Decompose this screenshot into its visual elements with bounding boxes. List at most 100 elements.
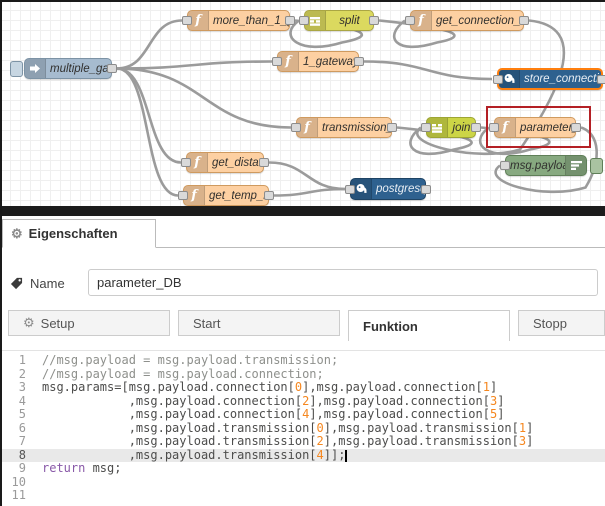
- input-port[interactable]: [291, 123, 301, 132]
- code-line[interactable]: ,msg.payload.connection[4],msg.payload.c…: [42, 408, 605, 422]
- node-label: multiple_gateways: [46, 63, 111, 75]
- input-port[interactable]: [182, 16, 192, 25]
- code-line[interactable]: return msg;: [42, 462, 605, 476]
- node-label: 1_gateway: [299, 56, 358, 68]
- line-number: 11: [0, 489, 36, 503]
- node-multiple_gateways[interactable]: multiple_gateways: [24, 58, 112, 79]
- tab-setup[interactable]: ⚙ Setup: [8, 310, 170, 336]
- output-port[interactable]: [597, 75, 605, 84]
- code-line[interactable]: ,msg.payload.transmission[4]];: [42, 449, 605, 463]
- node-label: get_connection_data_db: [432, 15, 523, 27]
- output-port[interactable]: [421, 185, 431, 194]
- code-line[interactable]: [42, 489, 605, 503]
- line-number: 4: [0, 395, 36, 409]
- name-input[interactable]: [88, 269, 598, 296]
- inject-arrow-icon: [25, 59, 46, 78]
- wire-multiple_gateways-to-get_temp_meas[interactable]: [117, 69, 178, 196]
- panel-divider[interactable]: [0, 206, 605, 216]
- node-get_temp_meas[interactable]: fget_temp_meas: [183, 185, 269, 206]
- code-line[interactable]: ,msg.payload.transmission[2],msg.payload…: [42, 435, 605, 449]
- output-port[interactable]: [354, 57, 364, 66]
- line-number: 8: [0, 449, 36, 463]
- line-number: 2: [0, 368, 36, 382]
- node-label: get_distance: [208, 157, 263, 169]
- node-parameter_DB[interactable]: fparameter_DB: [494, 117, 576, 138]
- name-field-label: Name: [30, 276, 65, 291]
- output-port[interactable]: [369, 16, 379, 25]
- line-number: 9: [0, 462, 36, 476]
- output-port[interactable]: [259, 158, 269, 167]
- input-port[interactable]: [181, 158, 191, 167]
- wire-multiple_gateways-to-more_than_1_gatew[interactable]: [117, 21, 182, 69]
- node-label: more_than_1_gatew: [209, 15, 289, 27]
- tab-label: Setup: [41, 316, 75, 331]
- node-label: postgresql: [372, 183, 425, 195]
- line-number: 7: [0, 435, 36, 449]
- code-editor[interactable]: 1234567891011 //msg.payload = msg.payloa…: [0, 350, 605, 506]
- tab-label: Stopp: [533, 316, 567, 331]
- properties-panel: ⚙ Eigenschaften Name ⚙ Setup Start Funktion…: [0, 216, 605, 506]
- wire-multiple_gateways-to-get_distance[interactable]: [117, 69, 181, 163]
- node-get_distance[interactable]: fget_distance: [186, 152, 264, 173]
- node-label: transmission_data: [318, 122, 391, 134]
- node-label: store_connection_data: [520, 73, 601, 85]
- debug-toggle-button[interactable]: [590, 158, 603, 174]
- node-get_connection_data_db[interactable]: fget_connection_data_db: [410, 10, 524, 31]
- node-postgresql[interactable]: postgresql: [350, 178, 426, 200]
- line-number: 3: [0, 381, 36, 395]
- wire-f_gateway-to-store_connection_data[interactable]: [364, 62, 492, 80]
- output-port[interactable]: [285, 16, 295, 25]
- input-port[interactable]: [178, 191, 188, 200]
- node-more_than_1_gatew[interactable]: fmore_than_1_gatew: [187, 10, 290, 31]
- flow-canvas[interactable]: multiple_gateways fmore_than_1_gatew split…: [0, 0, 605, 206]
- window-top-edge: [0, 0, 605, 2]
- wire-get_temp_meas-to-postgresql[interactable]: [274, 189, 345, 196]
- input-port[interactable]: [500, 161, 510, 170]
- wire-multiple_gateways-to-f_gateway[interactable]: [117, 62, 272, 69]
- code-line[interactable]: ,msg.payload.connection[2],msg.payload.c…: [42, 395, 605, 409]
- tab-stopp[interactable]: Stopp: [518, 310, 605, 336]
- node-split[interactable]: split: [304, 10, 374, 31]
- code-line[interactable]: [42, 476, 605, 490]
- tab-label: Funktion: [363, 319, 418, 334]
- code-line[interactable]: //msg.payload = msg.payload.transmission…: [42, 354, 605, 368]
- input-port[interactable]: [272, 57, 282, 66]
- output-port[interactable]: [107, 64, 117, 73]
- output-port[interactable]: [387, 123, 397, 132]
- tab-funktion[interactable]: Funktion: [348, 310, 510, 341]
- node-f_gateway[interactable]: f1_gateway: [277, 51, 359, 72]
- line-number: 6: [0, 422, 36, 436]
- inject-button[interactable]: [10, 61, 23, 77]
- output-port[interactable]: [519, 16, 529, 25]
- input-port[interactable]: [489, 123, 499, 132]
- output-port[interactable]: [471, 123, 481, 132]
- debug-bars-icon: [565, 156, 586, 175]
- line-number: 1: [0, 354, 36, 368]
- tab-start[interactable]: Start: [178, 310, 340, 336]
- input-port[interactable]: [299, 16, 309, 25]
- node-label: parameter_DB: [516, 122, 575, 134]
- node-store_connection_data[interactable]: store_connection_data: [497, 68, 603, 90]
- node-label: split: [326, 15, 373, 27]
- gear-icon: ⚙: [11, 226, 23, 242]
- tab-label: Start: [193, 316, 220, 331]
- input-port[interactable]: [493, 75, 503, 84]
- output-port[interactable]: [571, 123, 581, 132]
- editor-gutter: 1234567891011: [0, 351, 36, 506]
- tab-eigenschaften[interactable]: ⚙ Eigenschaften: [2, 219, 156, 248]
- code-line[interactable]: ,msg.payload.transmission[0],msg.payload…: [42, 422, 605, 436]
- editor-code-lines: //msg.payload = msg.payload.transmission…: [42, 351, 605, 503]
- code-line[interactable]: msg.params=[msg.payload.connection[0],ms…: [42, 381, 605, 395]
- wire-get_distance-to-postgresql[interactable]: [269, 163, 345, 190]
- input-port[interactable]: [345, 185, 355, 194]
- gear-icon: ⚙: [23, 315, 35, 331]
- node-msg_payload[interactable]: msg.payload: [505, 155, 587, 176]
- node-join[interactable]: join: [426, 117, 476, 138]
- window-left-edge: [0, 0, 2, 506]
- output-port[interactable]: [264, 191, 274, 200]
- input-port[interactable]: [421, 123, 431, 132]
- input-port[interactable]: [405, 16, 415, 25]
- code-line[interactable]: //msg.payload = msg.payload.connection;: [42, 368, 605, 382]
- node-transmission_data[interactable]: ftransmission_data: [296, 117, 392, 138]
- node-label: get_temp_meas: [205, 190, 268, 202]
